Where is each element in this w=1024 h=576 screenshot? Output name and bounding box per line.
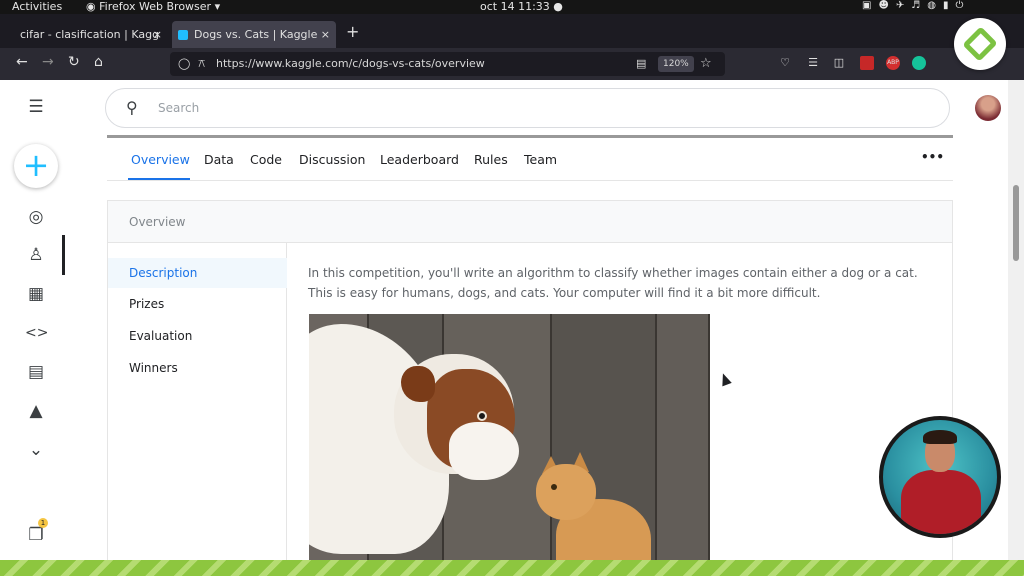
library-icon[interactable]: ☰ — [806, 56, 820, 70]
search-icon: ⚲ — [126, 98, 138, 117]
tab-overview[interactable]: Overview — [131, 152, 190, 167]
close-tab-icon[interactable]: × — [153, 21, 162, 48]
os-top-bar: Activities ◉ Firefox Web Browser ▾ oct 1… — [0, 0, 1024, 14]
app-menu[interactable]: ◉ Firefox Web Browser ▾ — [86, 0, 220, 13]
url-bar[interactable]: ◯ ⚻ https://www.kaggle.com/c/dogs-vs-cat… — [170, 52, 725, 76]
lock-icon[interactable]: ⚻ — [198, 52, 205, 76]
learn-icon[interactable]: ▲ — [25, 400, 47, 422]
volume-icon: ♬ — [911, 0, 928, 11]
create-button[interactable]: + — [14, 144, 58, 188]
abp-icon[interactable]: ABP — [886, 56, 900, 70]
brand-logo — [954, 18, 1006, 70]
airplane-icon: ✈ — [895, 0, 912, 11]
subnav-evaluation[interactable]: Evaluation — [108, 321, 287, 351]
activities-button[interactable]: Activities — [12, 0, 62, 13]
system-tray[interactable]: ▣☻✈♬◍▮⏻ — [862, 0, 970, 11]
webcam-overlay — [879, 416, 1001, 538]
compass-icon[interactable]: ◎ — [25, 206, 47, 228]
kaggle-page: ☰ + ◎ ♙ ▦ <> ▤ ▲ ⌄ ❐ 1 ⚲ Search Overview… — [0, 80, 1008, 561]
subnav-winners[interactable]: Winners — [108, 353, 287, 383]
tab-leaderboard[interactable]: Leaderboard — [380, 152, 459, 167]
home-icon[interactable]: ⌂ — [94, 54, 103, 70]
tab-label: cifar - clasification | Kagg — [20, 28, 160, 41]
search-bar[interactable]: ⚲ Search — [105, 88, 950, 128]
card-header: Overview — [108, 201, 952, 243]
tab-discussion[interactable]: Discussion — [299, 152, 365, 167]
active-nav-indicator — [62, 235, 65, 275]
pocket-icon[interactable]: ♡ — [778, 56, 792, 70]
dog-and-cat-image — [309, 314, 710, 561]
grammarly-icon[interactable] — [912, 56, 926, 70]
browser-tab-strip: cifar - clasification | Kagg × Dogs vs. … — [0, 18, 1024, 48]
overview-card: Overview Description Prizes Evaluation W… — [107, 200, 953, 561]
tab-team[interactable]: Team — [524, 152, 557, 167]
tab-label: Dogs vs. Cats | Kaggle — [194, 28, 318, 41]
new-tab-button[interactable]: + — [346, 22, 359, 41]
table-icon[interactable]: ▦ — [25, 283, 47, 305]
kaggle-favicon-icon — [178, 30, 188, 40]
subnav-description[interactable]: Description — [108, 258, 287, 288]
url-text[interactable]: https://www.kaggle.com/c/dogs-vs-cats/ov… — [216, 52, 485, 76]
notification-badge: 1 — [38, 518, 48, 528]
zoom-icon: ▣ — [862, 0, 879, 11]
sidebar-icon[interactable]: ◫ — [832, 56, 846, 70]
battery-icon: ▮ — [942, 0, 956, 11]
app-name: Firefox Web Browser — [99, 0, 212, 13]
search-placeholder: Search — [158, 101, 200, 115]
close-tab-icon[interactable]: × — [321, 21, 330, 48]
bookmark-star-icon[interactable]: ☆ — [700, 52, 712, 76]
hamburger-menu-icon[interactable]: ☰ — [25, 96, 47, 118]
kaggle-left-nav: ☰ + ◎ ♙ ▦ <> ▤ ▲ ⌄ ❐ 1 — [0, 80, 68, 560]
discussion-icon[interactable]: ▤ — [25, 361, 47, 383]
avatar[interactable] — [975, 95, 1001, 121]
clock[interactable]: oct 14 11:33 ● — [480, 0, 563, 13]
ext-red-icon[interactable] — [860, 56, 874, 70]
browser-tab-dogs-vs-cats[interactable]: Dogs vs. Cats | Kaggle × — [172, 21, 336, 48]
shield-icon[interactable]: ◯ — [178, 52, 190, 76]
reader-view-icon[interactable]: ▤ — [636, 52, 646, 76]
overview-subnav: Description Prizes Evaluation Winners — [108, 243, 287, 561]
power-icon: ⏻ — [955, 0, 971, 11]
browser-tab-cifar[interactable]: cifar - clasification | Kagg × — [6, 21, 168, 48]
page-scrollbar[interactable] — [1008, 80, 1024, 560]
scrollbar-thumb[interactable] — [1013, 185, 1019, 261]
tab-data[interactable]: Data — [204, 152, 234, 167]
clock-text: oct 14 11:33 — [480, 0, 550, 13]
reload-icon[interactable]: ↻ — [68, 54, 80, 70]
mic-icon: ◍ — [927, 0, 943, 11]
network-icon: ☻ — [878, 0, 896, 11]
tab-rules[interactable]: Rules — [474, 152, 508, 167]
back-icon[interactable]: ← — [16, 54, 28, 70]
description-text: In this competition, you'll write an alg… — [308, 266, 918, 300]
more-options-icon[interactable]: ••• — [921, 150, 944, 164]
active-tab-underline — [128, 178, 190, 180]
tab-code[interactable]: Code — [250, 152, 282, 167]
competition-tabs: Overview Data Code Discussion Leaderboar… — [107, 135, 953, 181]
section-title: Overview — [129, 215, 186, 229]
chevron-down-icon[interactable]: ⌄ — [25, 439, 47, 461]
trophy-icon[interactable]: ♙ — [25, 244, 47, 266]
decorative-stripe — [0, 560, 1024, 576]
browser-nav-bar: ← → ↻ ⌂ ◯ ⚻ https://www.kaggle.com/c/dog… — [0, 48, 1024, 80]
zoom-level-button[interactable]: 120% — [658, 56, 694, 72]
forward-icon[interactable]: → — [42, 54, 54, 70]
code-icon[interactable]: <> — [25, 322, 48, 344]
subnav-prizes[interactable]: Prizes — [108, 289, 287, 319]
